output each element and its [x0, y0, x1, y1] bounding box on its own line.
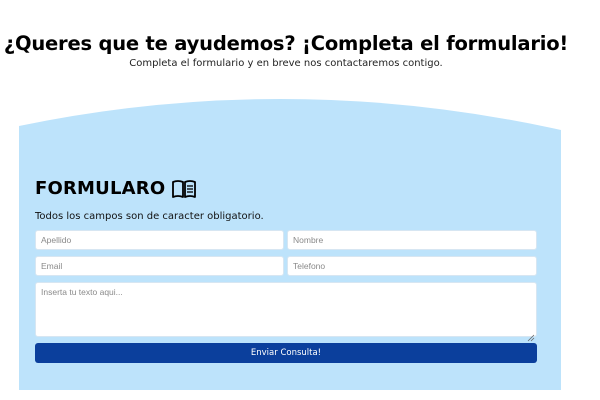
telefono-input[interactable] [287, 256, 537, 276]
message-textarea[interactable] [35, 282, 537, 337]
hero-title: ¿Queres que te ayudemos? ¡Completa el fo… [3, 32, 569, 55]
submit-button[interactable]: Enviar Consulta! [35, 343, 537, 363]
email-input[interactable] [35, 256, 284, 276]
book-icon [171, 179, 197, 199]
form-title: FORMULARO [35, 178, 197, 199]
apellido-input[interactable] [35, 230, 284, 250]
resize-grip-icon[interactable] [527, 327, 535, 342]
hero-subtitle: Completa el formulario y en breve nos co… [129, 58, 443, 69]
form-panel: FORMULARO Todos los campos son de caract… [19, 98, 561, 390]
required-fields-note: Todos los campos son de caracter obligat… [35, 211, 264, 222]
nombre-input[interactable] [287, 230, 537, 250]
form-title-text: FORMULARO [35, 178, 166, 199]
